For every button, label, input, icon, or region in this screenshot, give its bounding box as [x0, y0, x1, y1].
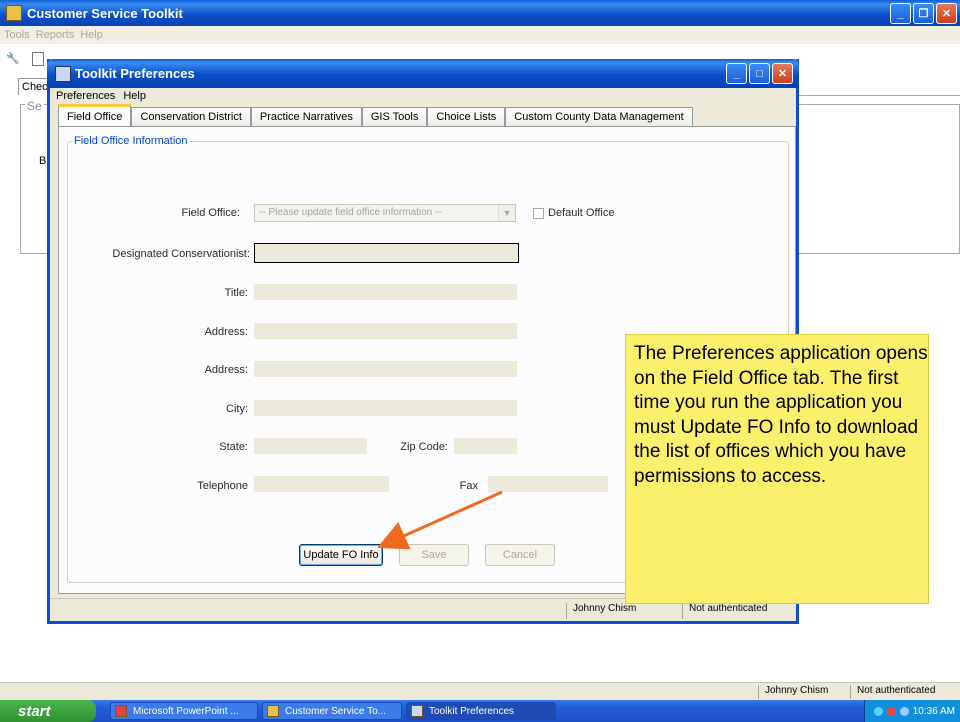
dialog-title: Toolkit Preferences: [75, 66, 195, 81]
menu-preferences[interactable]: Preferences: [56, 90, 115, 102]
field-office-select[interactable]: -- Please update field office informatio…: [254, 204, 516, 222]
network-icon[interactable]: [873, 706, 883, 716]
powerpoint-icon: [115, 705, 127, 717]
close-icon[interactable]: ✕: [772, 63, 793, 84]
status-user: Johnny Chism: [566, 603, 678, 619]
address2-label: Address:: [204, 364, 248, 376]
wrench-icon[interactable]: 🔧: [6, 52, 20, 66]
chevron-down-icon[interactable]: ▼: [498, 205, 515, 221]
group-title: Field Office Information: [72, 135, 190, 147]
app-status-bar: Johnny Chism Not authenticated: [0, 682, 960, 700]
menu-help[interactable]: Help: [80, 29, 103, 41]
tab-gis-tools[interactable]: GIS Tools: [361, 107, 428, 126]
instruction-callout: The Preferences application opens on the…: [625, 334, 929, 604]
new-document-icon[interactable]: [32, 52, 44, 66]
state-field[interactable]: [254, 438, 367, 454]
task-label: Toolkit Preferences: [429, 705, 515, 717]
divider: [794, 95, 960, 96]
tab-conservation-district[interactable]: Conservation District: [131, 107, 251, 126]
restore-icon[interactable]: ❐: [913, 3, 934, 24]
taskbar: start Microsoft PowerPoint ... Customer …: [0, 700, 960, 722]
address2-field[interactable]: [254, 361, 517, 377]
group-label: Se: [25, 99, 44, 113]
tab-choice-lists[interactable]: Choice Lists: [427, 107, 506, 126]
status-auth: Not authenticated: [682, 603, 792, 619]
status-user: Johnny Chism: [758, 685, 828, 699]
city-label: City:: [226, 403, 248, 415]
tab-strip: Field Office Conservation District Pract…: [58, 104, 693, 126]
fax-field[interactable]: [488, 476, 608, 492]
preferences-icon: [55, 65, 71, 82]
cancel-button[interactable]: Cancel: [485, 544, 555, 566]
task-toolkit-preferences[interactable]: Toolkit Preferences: [406, 702, 556, 720]
task-customer-service[interactable]: Customer Service To...: [262, 702, 402, 720]
close-icon[interactable]: ✕: [936, 3, 957, 24]
title-field[interactable]: [254, 284, 517, 300]
status-message: [50, 603, 562, 619]
dialog-menu-bar: Preferences Help: [50, 88, 796, 104]
menu-tools[interactable]: Tools: [4, 29, 30, 41]
zip-code-field[interactable]: [454, 438, 517, 454]
city-field[interactable]: [254, 400, 517, 416]
start-button[interactable]: start: [0, 700, 96, 722]
tab-practice-narratives[interactable]: Practice Narratives: [250, 107, 362, 126]
task-label: Microsoft PowerPoint ...: [133, 705, 239, 717]
system-tray: 10:36 AM: [864, 700, 960, 722]
app-icon: [6, 5, 22, 21]
default-office-label: Default Office: [548, 207, 615, 219]
app-menu-bar: Tools Reports Help: [0, 26, 960, 44]
dialog-title-bar: Toolkit Preferences _ □ ✕: [47, 59, 799, 88]
volume-icon[interactable]: [899, 706, 909, 716]
address1-label: Address:: [204, 326, 248, 338]
designated-conservationist-label: Designated Conservationist:: [112, 248, 250, 260]
preferences-icon: [411, 705, 423, 717]
security-icon[interactable]: [886, 706, 896, 716]
app-title-bar: Customer Service Toolkit _ ❐ ✕: [0, 0, 960, 26]
field-office-value: -- Please update field office informatio…: [259, 207, 442, 218]
minimize-icon[interactable]: _: [726, 63, 747, 84]
save-button[interactable]: Save: [399, 544, 469, 566]
telephone-label: Telephone: [197, 480, 248, 492]
clock: 10:36 AM: [912, 705, 955, 717]
task-label: Customer Service To...: [285, 705, 386, 717]
state-label: State:: [219, 441, 248, 453]
address1-field[interactable]: [254, 323, 517, 339]
minimize-icon[interactable]: _: [890, 3, 911, 24]
status-auth: Not authenticated: [850, 685, 935, 699]
app-title: Customer Service Toolkit: [27, 5, 183, 21]
default-office-checkbox[interactable]: [533, 208, 544, 219]
tab-custom-county-data[interactable]: Custom County Data Management: [505, 107, 693, 126]
menu-help[interactable]: Help: [123, 90, 146, 102]
designated-conservationist-field[interactable]: [254, 243, 519, 263]
title-label: Title:: [224, 287, 248, 299]
toolkit-icon: [267, 705, 279, 717]
tab-field-office[interactable]: Field Office: [58, 104, 132, 126]
fax-label: Fax: [459, 480, 478, 492]
task-powerpoint[interactable]: Microsoft PowerPoint ...: [110, 702, 258, 720]
field-office-label: Field Office:: [181, 207, 241, 219]
zip-code-label: Zip Code:: [400, 441, 448, 453]
update-fo-info-button[interactable]: Update FO Info: [299, 544, 383, 566]
telephone-field[interactable]: [254, 476, 389, 492]
maximize-icon[interactable]: □: [749, 63, 770, 84]
menu-reports[interactable]: Reports: [36, 29, 75, 41]
